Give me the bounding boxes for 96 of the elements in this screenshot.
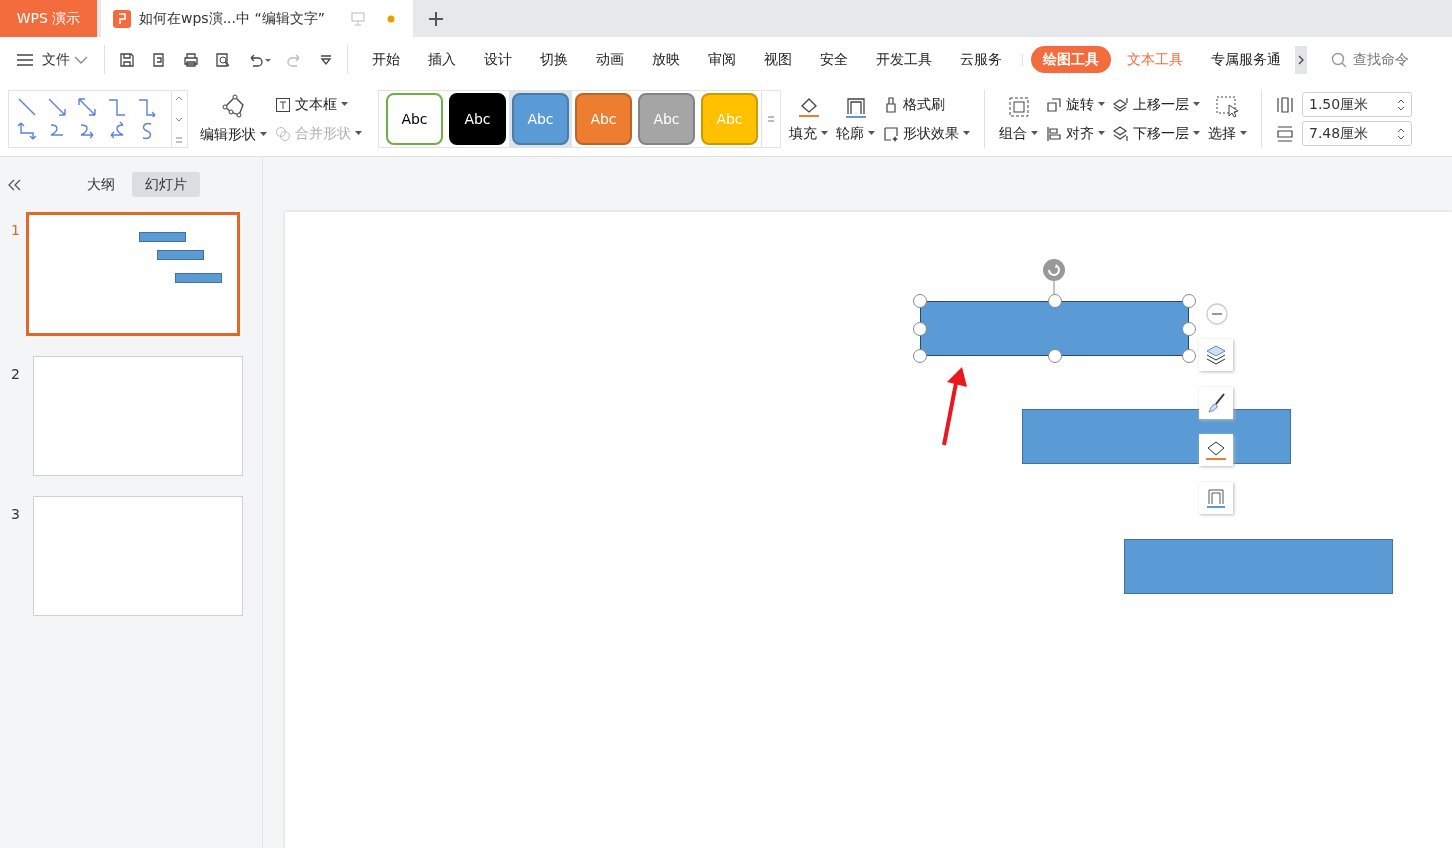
slide-thumbnail[interactable] [26,212,240,336]
send-backward-button[interactable]: 下移一层 [1113,123,1200,144]
text-box-icon [275,96,291,113]
resize-handle[interactable] [1182,349,1196,363]
line-arrow-icon[interactable] [47,97,67,117]
caret-icon [1240,130,1247,136]
format-painter-button[interactable]: 格式刷 [883,94,970,115]
shape-thumbnail [139,231,187,242]
resize-handle[interactable] [1182,294,1196,308]
layers-icon[interactable] [1205,344,1227,366]
print-icon[interactable] [183,51,199,68]
slide-number: 1 [10,221,21,240]
slide-number: 2 [10,365,21,384]
caret-icon [1098,102,1105,107]
caret-icon [260,131,267,137]
search-icon [1331,51,1347,68]
resize-handle[interactable] [913,321,927,336]
caret-icon [1098,131,1105,136]
more-styles-icon[interactable] [766,114,776,124]
save-icon[interactable] [119,51,135,68]
width-icon [1276,124,1294,143]
rectangle-shape[interactable] [920,301,1189,356]
presentation-file-icon [113,9,131,28]
select-pointer-icon [1214,94,1241,119]
outline-icon[interactable] [1205,486,1227,509]
menu-icon[interactable] [16,52,34,67]
slide-thumbnail[interactable] [33,356,243,476]
ribbon-tab[interactable]: 审阅 [696,46,748,73]
line-arrow-icon[interactable] [77,97,97,117]
merge-circles-icon [275,125,291,142]
customize-icon[interactable] [319,52,333,67]
caret-icon [1193,102,1200,107]
shape-effects-button[interactable]: 形状效果 [883,123,970,144]
ribbon-tab[interactable]: 动画 [584,46,636,73]
group-icon [1006,94,1031,119]
resize-handle[interactable] [1047,294,1062,308]
group-button[interactable]: 组合 [999,94,1038,144]
fill-button[interactable]: 填充 [789,94,828,144]
ribbon-tab[interactable]: 专属服务通 [1199,46,1293,73]
slide-number: 3 [10,505,21,524]
caret-icon [963,131,970,136]
print-preview-icon[interactable] [215,51,231,68]
ribbon-tab[interactable]: 切换 [528,46,580,73]
shape-thumbnail [156,250,204,261]
chevron-down-icon[interactable] [74,54,88,65]
resize-handle[interactable] [913,349,927,363]
caret-icon [868,130,875,136]
height-field[interactable]: 1.50厘米 [1302,92,1412,117]
ribbon-tab[interactable]: 开发工具 [864,46,944,73]
caret-icon [341,102,348,107]
ribbon-tab[interactable]: 云服务 [948,46,1014,73]
spinner-icon[interactable] [1397,97,1405,112]
layers-up-icon [1113,96,1129,113]
align-button[interactable]: 对齐 [1046,123,1105,144]
bring-forward-button[interactable]: 上移一层 [1113,94,1200,115]
rotate-button[interactable]: 旋转 [1046,94,1105,115]
width-field[interactable]: 7.48厘米 [1302,121,1412,146]
search-field[interactable]: 查找命令 [1331,48,1431,71]
resize-handle[interactable] [913,294,927,308]
pane-tab[interactable]: 幻灯片 [132,172,200,197]
fill-bucket-icon[interactable] [1205,439,1227,461]
ribbon-tab[interactable]: 开始 [360,46,412,73]
shape-thumbnail [174,273,222,284]
connector-icon[interactable] [17,121,37,141]
align-left-icon [1046,125,1062,142]
rotation-handle-icon[interactable] [1042,258,1066,294]
new-tab-icon[interactable] [428,10,444,27]
ribbon-tab[interactable]: 设计 [472,46,524,73]
height-icon [1276,95,1294,114]
connector-icon[interactable] [137,97,157,117]
ribbon-tab[interactable]: 插入 [416,46,468,73]
slide-thumbnail[interactable] [33,496,243,616]
ribbon-tab[interactable]: 放映 [640,46,692,73]
collapse-icon[interactable] [8,178,22,191]
collapse-toolbar-icon[interactable] [1206,303,1228,325]
text-box-button[interactable]: 文本框 [275,94,362,115]
caret-icon [1031,130,1038,136]
layers-down-icon [1113,125,1129,142]
caret-icon [1193,131,1200,136]
sparkle-shape-icon [883,125,899,142]
ribbon-tab[interactable]: 视图 [752,46,804,73]
spinner-icon[interactable] [1397,126,1405,141]
shape-style-swatch[interactable]: Abc [449,93,506,145]
caret-icon [821,130,828,136]
ribbon-tab[interactable]: 安全 [808,46,860,73]
chevron-right-icon[interactable] [1298,54,1304,65]
file-menu[interactable]: 文件 [42,49,70,70]
document-tab[interactable]: 如何在wps演...中 “编辑文字” [101,0,413,37]
outline-button[interactable]: 轮廓 [836,94,875,144]
rectangle-shape[interactable] [1022,409,1291,464]
select-button[interactable]: 选择 [1208,94,1247,144]
pane-tab[interactable]: 大纲 [74,172,128,197]
connector-icon[interactable] [107,97,127,117]
caret-icon [355,131,362,136]
shape-style-swatch[interactable]: Abc [386,93,443,145]
edit-shape-button[interactable]: 编辑形状 [200,93,267,145]
